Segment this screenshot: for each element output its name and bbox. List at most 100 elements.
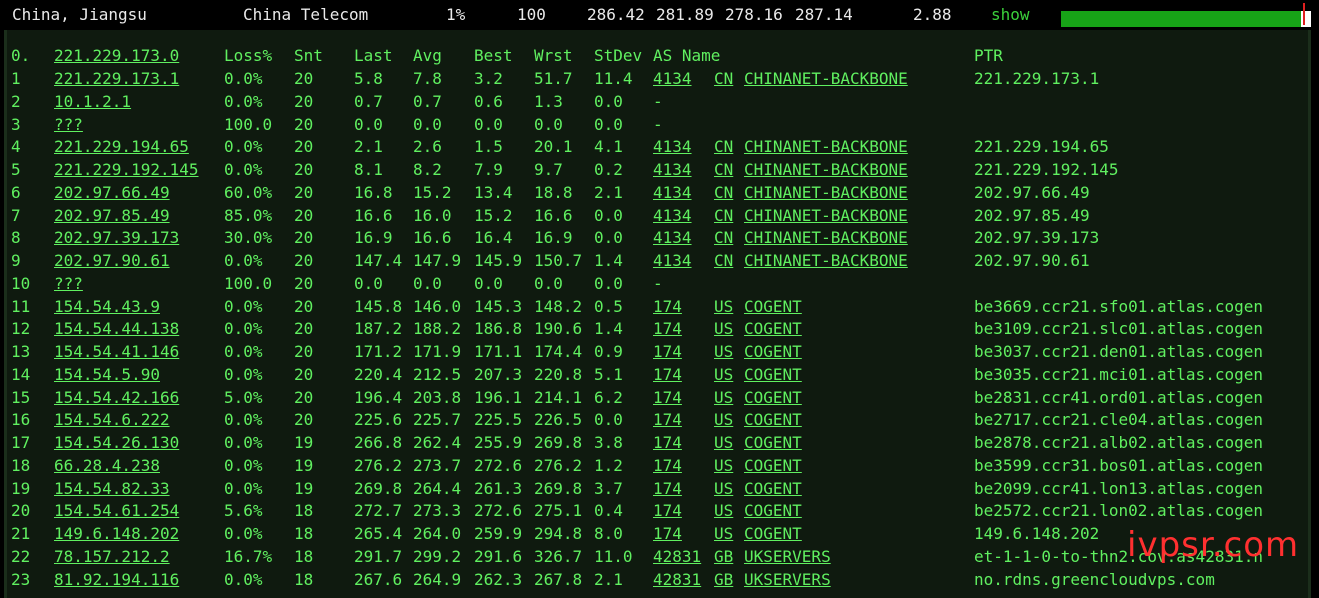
hop-host[interactable]: ??? [54,114,83,136]
hop-avg: 225.7 [413,410,462,430]
hop-country[interactable]: US [714,478,733,500]
hop-asn[interactable]: 4134 [653,136,692,158]
hop-asn[interactable]: 4134 [653,250,692,272]
hop-as-name[interactable]: CHINANET-BACKBONE [744,159,908,181]
hop-country[interactable]: CN [714,68,733,90]
hop-host[interactable]: 154.54.82.33 [54,478,170,500]
col-host[interactable]: 221.229.173.0 [54,45,179,67]
hop-country[interactable]: CN [714,159,733,181]
latency-bar-marker [1303,3,1305,25]
hop-country[interactable]: CN [714,182,733,204]
hop-as-name[interactable]: COGENT [744,478,802,500]
hop-as-name[interactable]: UKSERVERS [744,546,831,568]
hop-as-name[interactable]: CHINANET-BACKBONE [744,227,908,249]
hop-asn[interactable]: 4134 [653,227,692,249]
hop-country[interactable]: US [714,455,733,477]
hop-as-name[interactable]: COGENT [744,296,802,318]
hop-as-name[interactable]: UKSERVERS [744,569,831,591]
hop-asn[interactable]: 4134 [653,182,692,204]
hop-asn[interactable]: 174 [653,478,682,500]
hop-host[interactable]: 202.97.90.61 [54,250,170,272]
table-row: 14 154.54.5.90 0.0% 20 220.4 212.5 207.3 220.8 5… [7,364,1308,386]
hop-as-name[interactable]: CHINANET-BACKBONE [744,205,908,227]
hop-as-name[interactable]: COGENT [744,409,802,431]
hop-host[interactable]: 10.1.2.1 [54,91,131,113]
hop-host[interactable]: ??? [54,273,83,295]
hop-avg: 0.0 [413,114,442,134]
hop-country[interactable]: US [714,500,733,522]
hop-asn[interactable]: 4134 [653,205,692,227]
hop-host[interactable]: 202.97.39.173 [54,227,179,249]
hop-asn[interactable]: 174 [653,455,682,477]
hop-country[interactable]: US [714,409,733,431]
hop-as-name[interactable]: COGENT [744,387,802,409]
hop-host[interactable]: 81.92.194.116 [54,569,179,591]
hop-country[interactable]: GB [714,569,733,591]
hop-asn[interactable]: 174 [653,318,682,340]
summary-last: 286.42 [587,5,645,24]
hop-as-name[interactable]: COGENT [744,432,802,454]
hop-country[interactable]: GB [714,546,733,568]
hop-asn[interactable]: 174 [653,387,682,409]
hop-ptr: be3599.ccr31.bos01.atlas.cogen [974,455,1263,475]
hop-as-name[interactable]: CHINANET-BACKBONE [744,68,908,90]
hop-country[interactable]: US [714,341,733,363]
table-row: 5 221.229.192.145 0.0% 20 8.1 8.2 7.9 9.7 0.2 413… [7,159,1308,181]
hop-host[interactable]: 154.54.44.138 [54,318,179,340]
hop-host[interactable]: 154.54.43.9 [54,296,160,318]
hop-asn[interactable]: 42831 [653,546,701,568]
hop-as-name[interactable]: COGENT [744,318,802,340]
hop-asn[interactable]: 174 [653,409,682,431]
hop-host[interactable]: 154.54.5.90 [54,364,160,386]
hop-country[interactable]: US [714,432,733,454]
hop-asn[interactable]: 174 [653,523,682,545]
hop-as-name[interactable]: COGENT [744,500,802,522]
table-row: 19 154.54.82.33 0.0% 19 269.8 264.4 261.3 269.8… [7,478,1308,500]
hop-as-name[interactable]: COGENT [744,341,802,363]
hop-country[interactable]: US [714,296,733,318]
hop-number: 1 [11,69,21,88]
hop-host[interactable]: 221.229.194.65 [54,136,189,158]
hop-host[interactable]: 66.28.4.238 [54,455,160,477]
summary-worst: 287.14 [795,5,853,24]
hop-host[interactable]: 154.54.42.166 [54,387,179,409]
hop-host[interactable]: 154.54.26.130 [54,432,179,454]
hop-as-name[interactable]: CHINANET-BACKBONE [744,136,908,158]
hop-country[interactable]: US [714,387,733,409]
hop-asn[interactable]: 174 [653,500,682,522]
hop-country[interactable]: US [714,364,733,386]
show-link[interactable]: show [991,5,1030,24]
hop-best: 7.9 [474,160,503,179]
hop-asn[interactable]: 174 [653,432,682,454]
hop-asn[interactable]: 174 [653,364,682,386]
hop-host[interactable]: 154.54.6.222 [54,409,170,431]
hop-country[interactable]: CN [714,227,733,249]
hop-host[interactable]: 221.229.173.1 [54,68,179,90]
hop-asn: - [653,114,663,134]
hop-country[interactable]: US [714,318,733,340]
hop-asn[interactable]: 4134 [653,68,692,90]
hop-host[interactable]: 154.54.61.254 [54,500,179,522]
hop-host[interactable]: 154.54.41.146 [54,341,179,363]
hop-as-name[interactable]: COGENT [744,364,802,386]
hop-host[interactable]: 78.157.212.2 [54,546,170,568]
hop-country[interactable]: CN [714,205,733,227]
hop-asn[interactable]: 4134 [653,159,692,181]
hop-host[interactable]: 149.6.148.202 [54,523,179,545]
hop-country[interactable]: CN [714,250,733,272]
hop-asn[interactable]: 174 [653,341,682,363]
hop-as-name[interactable]: COGENT [744,523,802,545]
table-row: 11 154.54.43.9 0.0% 20 145.8 146.0 145.3 148.2 0… [7,296,1308,318]
hop-asn[interactable]: 42831 [653,569,701,591]
hop-host[interactable]: 202.97.66.49 [54,182,170,204]
hop-country[interactable]: US [714,523,733,545]
hop-best: 15.2 [474,205,513,225]
hop-host[interactable]: 202.97.85.49 [54,205,170,227]
hop-country[interactable]: CN [714,136,733,158]
hop-as-name[interactable]: CHINANET-BACKBONE [744,250,908,272]
table-row: 9 202.97.90.61 0.0% 20 147.4 147.9 145.9 150.7 1… [7,250,1308,272]
hop-as-name[interactable]: COGENT [744,455,802,477]
hop-asn[interactable]: 174 [653,296,682,318]
hop-host[interactable]: 221.229.192.145 [54,159,199,181]
hop-as-name[interactable]: CHINANET-BACKBONE [744,182,908,204]
